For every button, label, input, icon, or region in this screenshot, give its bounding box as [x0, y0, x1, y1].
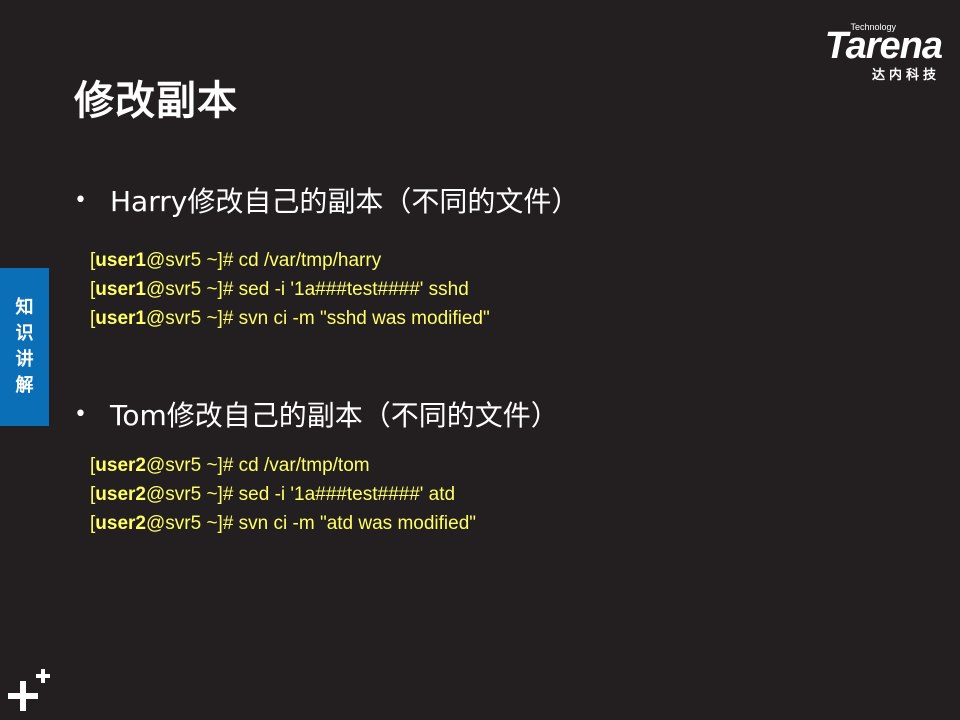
code-command: sed -i '1a###test####' atd [233, 484, 456, 505]
code-host: @svr5 ~]# [145, 513, 234, 534]
code-command: cd /var/tmp/harry [233, 250, 382, 271]
code-user: user1 [95, 308, 146, 329]
code-command: svn ci -m "sshd was modified" [233, 308, 490, 329]
bullet-dot: • [74, 187, 87, 213]
code-block-harry: [user1@svr5 ~]# cd /var/tmp/harry [user1… [90, 246, 490, 333]
code-user: user2 [95, 455, 146, 476]
code-user: user2 [95, 513, 146, 534]
bullet-harry: • Harry修改自己的副本（不同的文件） [74, 180, 579, 220]
logo-subtitle: 达内科技 [871, 68, 940, 83]
code-command: cd /var/tmp/tom [233, 455, 370, 476]
code-line: [user1@svr5 ~]# sed -i '1a###test####' s… [90, 279, 469, 300]
side-tab-char: 讲 [15, 349, 34, 370]
code-user: user1 [95, 279, 146, 300]
code-line: [user1@svr5 ~]# svn ci -m "sshd was modi… [90, 308, 490, 329]
code-line: [user2@svr5 ~]# sed -i '1a###test####' a… [90, 484, 456, 505]
code-line: [user1@svr5 ~]# cd /var/tmp/harry [90, 250, 382, 271]
plus-plus-icon [8, 669, 50, 711]
bullet-text: Tom修改自己的副本（不同的文件） [110, 399, 559, 432]
bullet-text: Harry修改自己的副本（不同的文件） [110, 185, 580, 218]
code-host: @svr5 ~]# [145, 279, 234, 300]
code-user: user2 [95, 484, 146, 505]
tarena-logo: Technology Tarena 达内科技 [772, 22, 943, 84]
code-host: @svr5 ~]# [145, 484, 234, 505]
code-user: user1 [95, 250, 146, 271]
side-tab-char: 知 [15, 297, 34, 318]
code-block-tom: [user2@svr5 ~]# cd /var/tmp/tom [user2@s… [90, 451, 476, 538]
bullet-tom: • Tom修改自己的副本（不同的文件） [74, 394, 559, 434]
side-tab-char: 识 [15, 323, 34, 344]
bullet-dot: • [74, 401, 87, 427]
side-tab-char: 解 [15, 375, 34, 396]
side-tab-knowledge: 知 识 讲 解 [0, 268, 49, 426]
code-line: [user2@svr5 ~]# svn ci -m "atd was modif… [90, 513, 477, 534]
logo-wordmark: Tarena [824, 25, 943, 67]
code-host: @svr5 ~]# [145, 250, 234, 271]
code-command: svn ci -m "atd was modified" [233, 513, 477, 534]
code-line: [user2@svr5 ~]# cd /var/tmp/tom [90, 455, 370, 476]
slide-title: 修改副本 [74, 78, 238, 124]
code-host: @svr5 ~]# [145, 455, 234, 476]
code-host: @svr5 ~]# [145, 308, 234, 329]
code-command: sed -i '1a###test####' sshd [233, 279, 469, 300]
